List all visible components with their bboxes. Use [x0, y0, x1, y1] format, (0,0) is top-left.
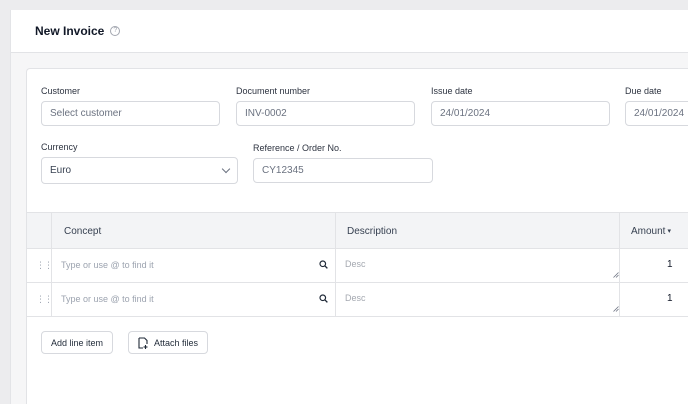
currency-field: Currency Euro	[41, 142, 238, 184]
reference-field: Reference / Order No. CY12345	[253, 143, 433, 183]
table-row: ⋮⋮ Type or use @ to find it Desc 1	[27, 249, 688, 283]
question-circle-icon[interactable]: ?	[110, 26, 121, 36]
document-number-input[interactable]: INV-0002	[236, 101, 415, 126]
currency-label: Currency	[41, 142, 78, 152]
search-icon[interactable]	[319, 260, 328, 269]
column-amount-label: Amount	[631, 225, 666, 237]
column-concept: Concept	[64, 225, 102, 237]
issue-date-label: Issue date	[431, 86, 473, 96]
attach-files-label: Attach files	[154, 337, 199, 348]
column-description: Description	[347, 225, 398, 237]
customer-placeholder: Select customer	[50, 108, 122, 119]
add-line-item-button[interactable]: Add line item	[41, 331, 114, 354]
issue-date-field: Issue date 24/01/2024	[431, 86, 610, 126]
document-number-label: Document number	[236, 86, 311, 96]
add-line-item-label: Add line item	[51, 337, 104, 348]
customer-select[interactable]: Select customer	[41, 101, 220, 126]
document-number-value: INV-0002	[245, 108, 287, 119]
concept-input[interactable]: Type or use @ to find it	[61, 260, 154, 270]
due-date-label: Due date	[625, 86, 662, 96]
invoice-window: New Invoice ? Customer Select customer D…	[10, 10, 688, 404]
reference-label: Reference / Order No.	[253, 143, 342, 153]
sort-caret-icon: ▾	[667, 228, 671, 235]
attach-files-button[interactable]: Attach files	[128, 331, 209, 354]
drag-handle-icon[interactable]: ⋮⋮	[36, 260, 53, 271]
currency-select[interactable]: Euro	[41, 157, 238, 184]
amount-value[interactable]: 1	[667, 293, 673, 304]
column-amount[interactable]: Amount ▾	[631, 213, 671, 249]
due-date-field: Due date 24/01/2024	[625, 86, 688, 126]
due-date-input[interactable]: 24/01/2024	[625, 101, 688, 126]
concept-input[interactable]: Type or use @ to find it	[61, 294, 154, 304]
resize-handle-icon[interactable]	[613, 272, 619, 278]
page-header: New Invoice ?	[11, 10, 688, 53]
currency-value: Euro	[50, 165, 72, 176]
issue-date-input[interactable]: 24/01/2024	[431, 101, 610, 126]
amount-value[interactable]: 1	[667, 259, 673, 270]
invoice-form-panel: Customer Select customer Document number…	[26, 68, 688, 404]
table-header: Concept Description Amount ▾	[27, 212, 688, 249]
reference-input[interactable]: CY12345	[253, 158, 433, 183]
chevron-down-icon	[221, 164, 231, 174]
customer-field: Customer Select customer	[41, 86, 220, 126]
description-input[interactable]: Desc	[345, 293, 366, 303]
attach-file-icon	[138, 336, 148, 349]
drag-handle-icon[interactable]: ⋮⋮	[36, 294, 53, 305]
page-title: New Invoice	[35, 24, 105, 38]
due-date-value: 24/01/2024	[634, 108, 685, 119]
line-items-table: Concept Description Amount ▾ ⋮⋮ Type or …	[27, 212, 688, 317]
table-row: ⋮⋮ Type or use @ to find it Desc 1	[27, 283, 688, 317]
resize-handle-icon[interactable]	[613, 306, 619, 312]
issue-date-value: 24/01/2024	[440, 108, 491, 119]
search-icon[interactable]	[319, 294, 328, 303]
document-number-field: Document number INV-0002	[236, 86, 415, 126]
description-input[interactable]: Desc	[345, 259, 366, 269]
reference-value: CY12345	[262, 165, 304, 176]
customer-label: Customer	[41, 86, 81, 96]
